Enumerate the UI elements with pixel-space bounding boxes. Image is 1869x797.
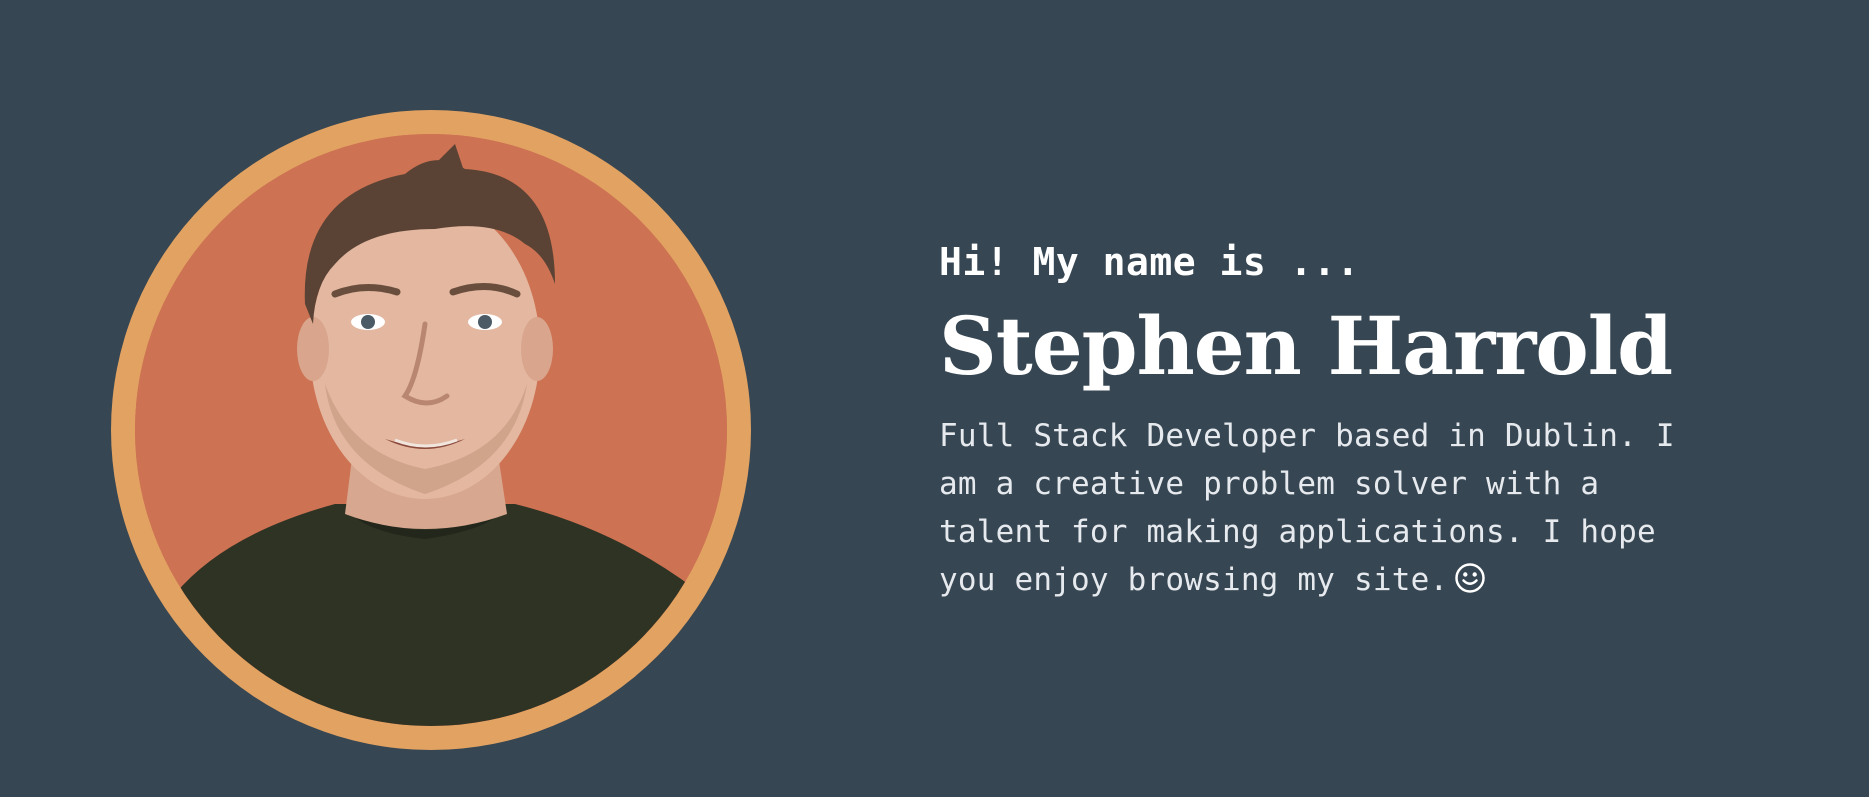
profile-photo-frame bbox=[111, 110, 751, 750]
bio-text: Full Stack Developer based in Dublin. I … bbox=[939, 418, 1675, 598]
profile-photo bbox=[135, 134, 727, 726]
portrait-illustration bbox=[135, 134, 727, 726]
hero-section: Hi! My name is ... Stephen Harrold Full … bbox=[0, 0, 1869, 797]
full-name-heading: Stephen Harrold bbox=[939, 299, 1673, 393]
intro-text: Hi! My name is ... Stephen Harrold Full … bbox=[939, 232, 1759, 608]
bio-paragraph: Full Stack Developer based in Dublin. I … bbox=[939, 412, 1729, 608]
smiley-face-icon bbox=[1454, 560, 1486, 608]
greeting-text: Hi! My name is ... bbox=[939, 240, 1360, 284]
